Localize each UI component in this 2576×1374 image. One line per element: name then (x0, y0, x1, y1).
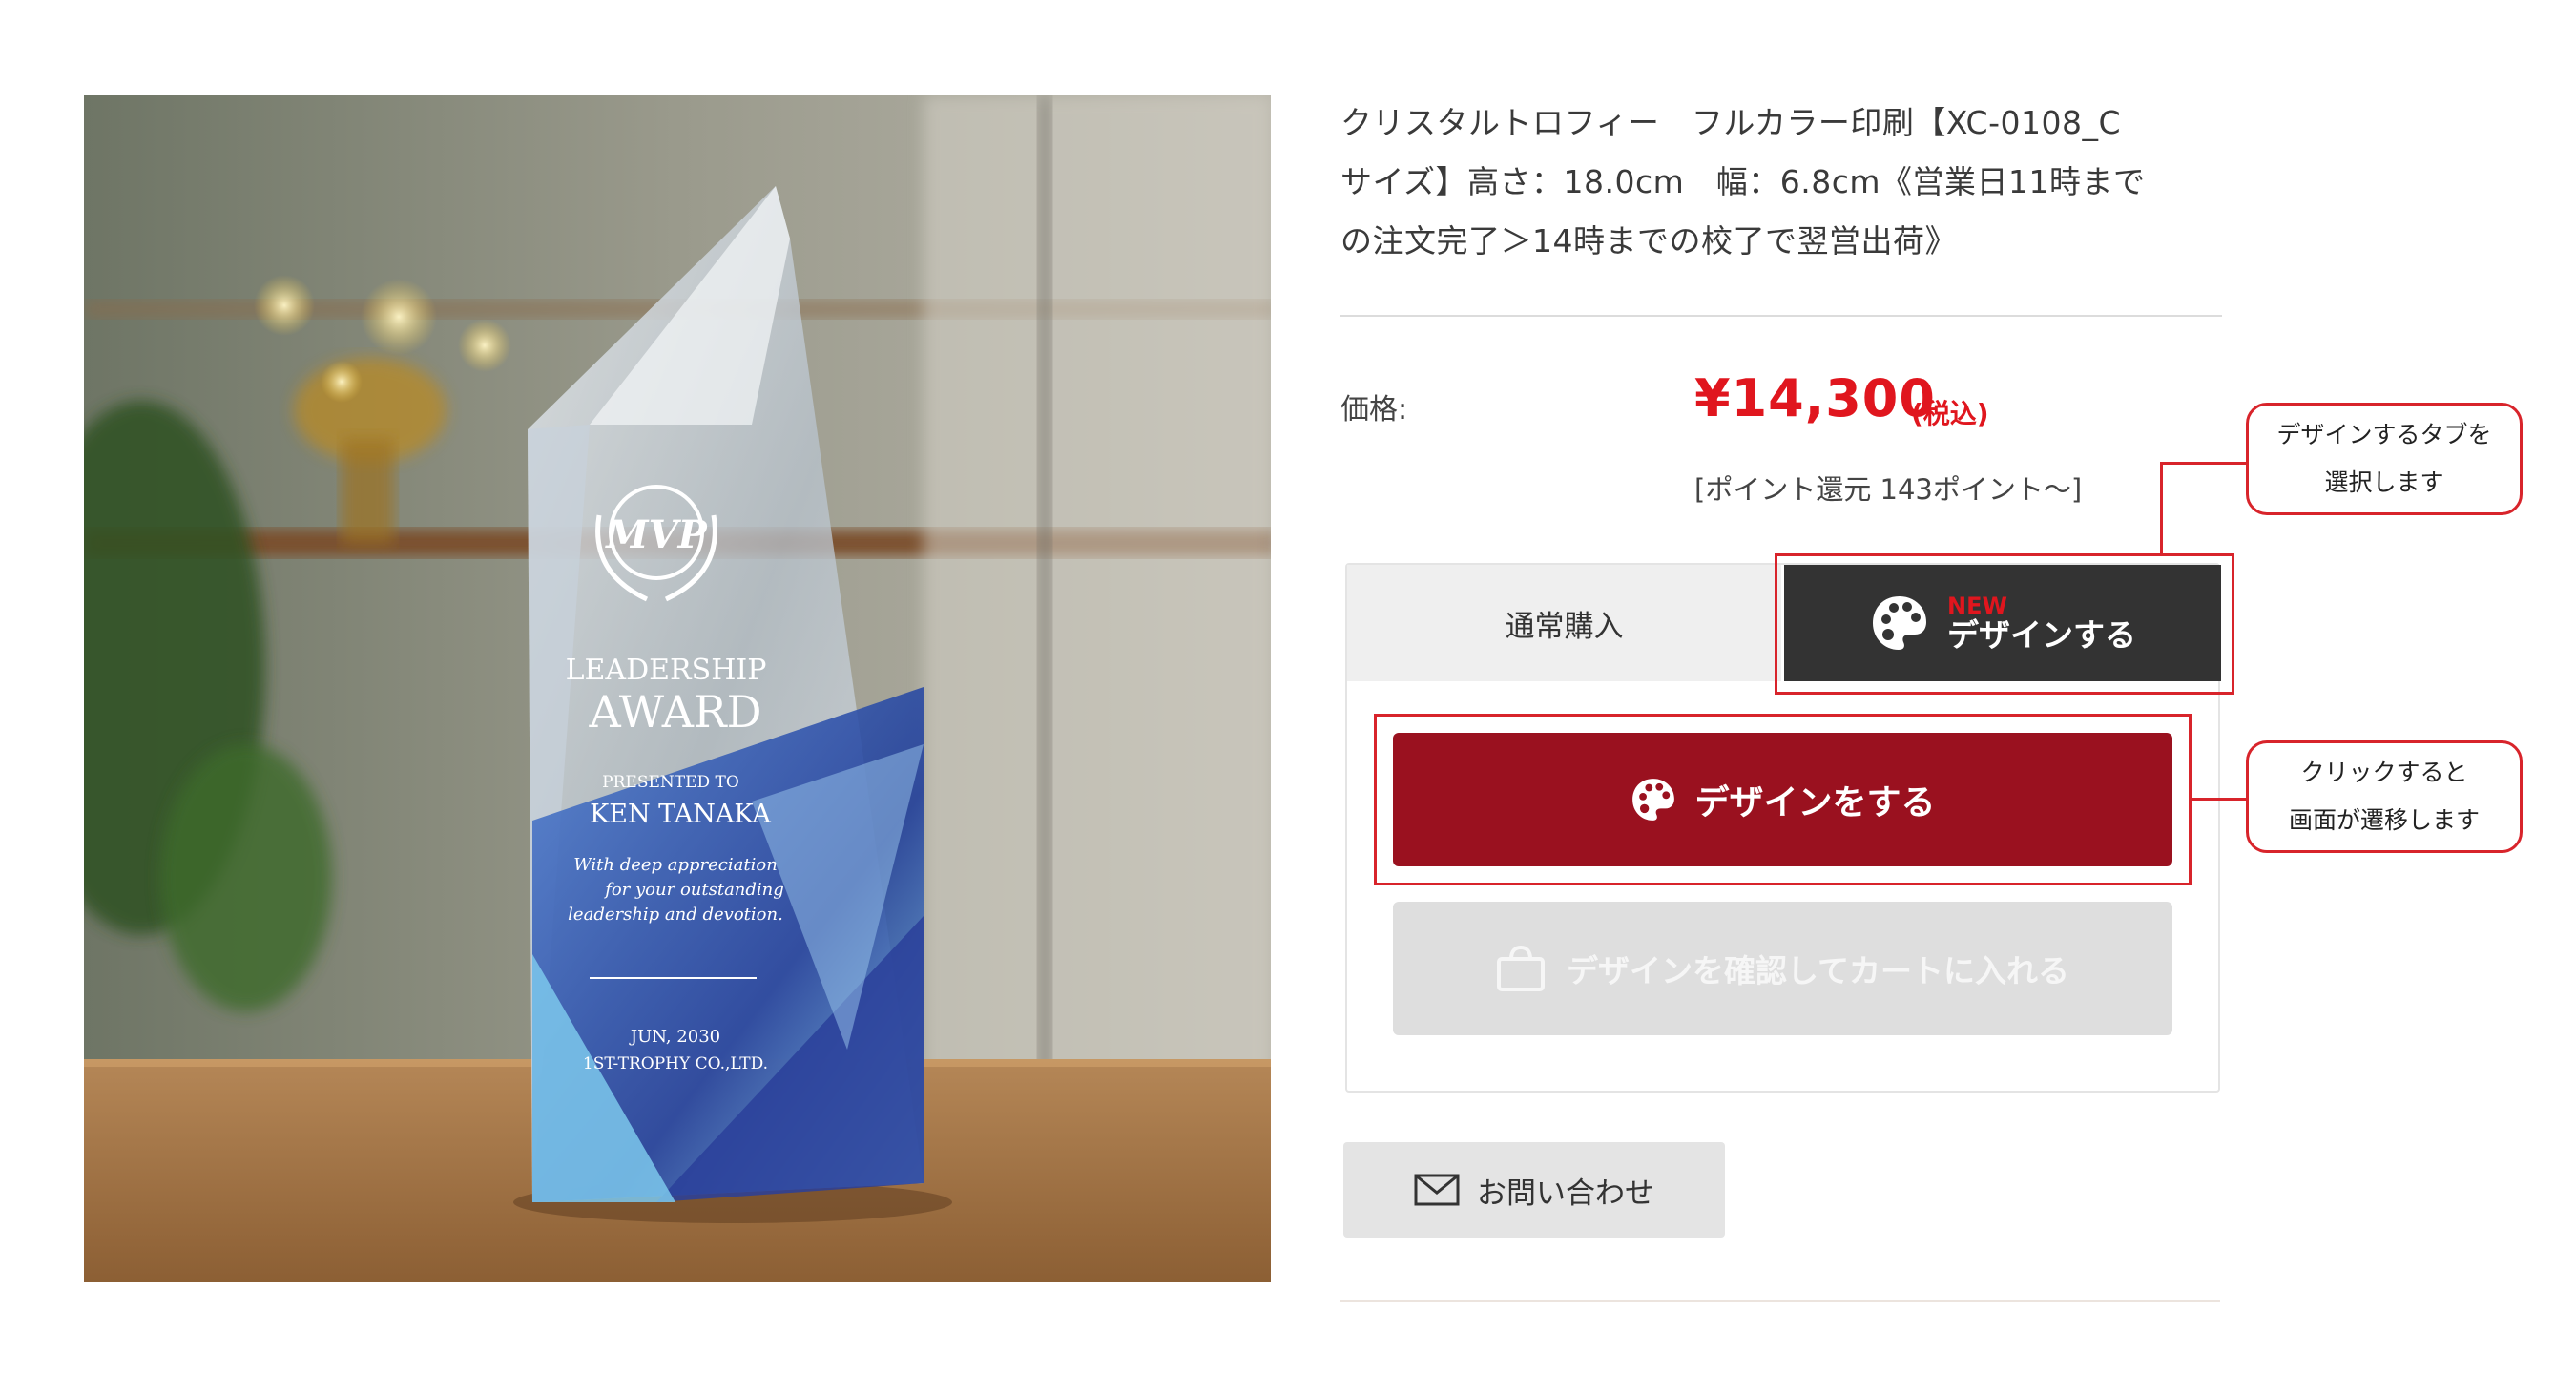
price-label: 価格: (1340, 393, 1408, 427)
trophy-line1-text: LEADERSHIP (566, 654, 767, 687)
palette-icon (1630, 776, 1677, 823)
points-info: [ポイント還元 143ポイント〜] (1694, 473, 2083, 506)
button-callout: クリックすると 画面が遷移します (2246, 740, 2523, 853)
design-button[interactable]: デザインをする (1393, 733, 2172, 866)
trophy-line2-text: AWARD (588, 686, 761, 738)
tab-callout-line2: 選択します (2324, 468, 2444, 496)
add-to-cart-button[interactable]: デザインを確認してカートに入れる (1393, 902, 2172, 1035)
button-callout-line1: クリックすると (2300, 759, 2468, 786)
price-tax-note: (税込) (1911, 398, 1989, 429)
tab-normal-purchase[interactable]: 通常購入 (1347, 565, 1781, 681)
button-callout-line2: 画面が遷移します (2288, 806, 2480, 834)
new-badge: NEW (1947, 592, 2007, 619)
callout-connector (2160, 462, 2163, 555)
contact-button[interactable]: お問い合わせ (1343, 1142, 1725, 1238)
tab-callout-line1: デザインするタブを (2276, 421, 2492, 448)
tab-design[interactable]: NEW デザインする (1784, 565, 2221, 681)
trophy-recipient-text: KEN TANAKA (590, 800, 771, 829)
design-button-label: デザインをする (1694, 783, 1936, 822)
product-title-line2: サイズ】高さ：18.0cm 幅：6.8cm《営業日11時まで (1340, 163, 2146, 200)
trophy-emblem-text: MVP (604, 512, 708, 557)
price-value: ¥14,300 (1694, 368, 1936, 428)
contact-button-label: お問い合わせ (1477, 1176, 1654, 1211)
title-divider (1340, 315, 2222, 317)
trophy-message1-text: With deep appreciation (573, 855, 778, 875)
mail-icon (1414, 1174, 1460, 1206)
callout-connector (2192, 798, 2246, 801)
tab-design-label: デザインする (1947, 616, 2136, 655)
tab-normal-label: 通常購入 (1505, 609, 1624, 644)
shopping-bag-icon (1496, 945, 1546, 991)
bottom-divider (1340, 1300, 2220, 1302)
add-to-cart-label: デザインを確認してカートに入れる (1566, 952, 2069, 989)
product-title: クリスタルトロフィー フルカラー印刷【XC-0108_C サイズ】高さ：18.0… (1340, 94, 2233, 271)
product-title-line3: の注文完了＞14時までの校了で翌営出荷》 (1340, 222, 1957, 260)
trophy-date-text: JUN, 2030 (629, 1027, 720, 1047)
product-title-line1: クリスタルトロフィー フルカラー印刷【XC-0108_C (1340, 104, 2122, 141)
product-image: MVP LEADERSHIP AWARD PRESENTED TO KEN TA… (84, 95, 1271, 1282)
trophy-company-text: 1ST-TROPHY CO.,LTD. (583, 1054, 768, 1073)
tab-callout: デザインするタブを 選択します (2246, 403, 2523, 515)
callout-connector (2160, 462, 2246, 465)
trophy-presented-text: PRESENTED TO (602, 773, 739, 792)
palette-icon (1869, 593, 1930, 654)
trophy-message2-text: for your outstanding (603, 880, 784, 900)
trophy-message3-text: leadership and devotion. (568, 905, 783, 925)
